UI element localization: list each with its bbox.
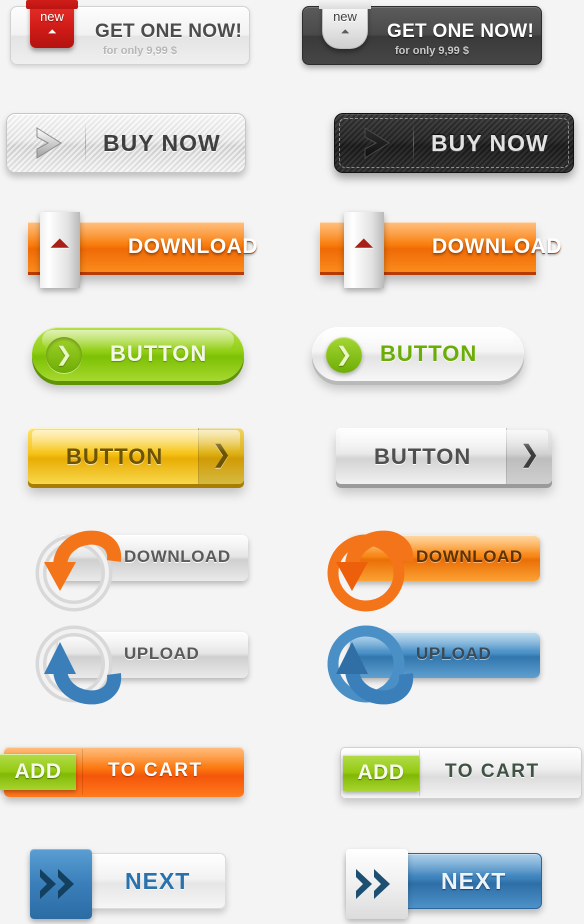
row-next: NEXT NEXT	[0, 845, 584, 919]
divider	[413, 122, 414, 164]
button-gallery: GET ONE NOW! for only 9,99 $ new ⏶ GET O…	[0, 0, 584, 919]
button-label: BUY NOW	[431, 130, 549, 156]
row-button-gold-silver: ❯ BUTTON ❯ BUTTON	[0, 418, 584, 506]
double-chevron-down-icon: ⏶	[49, 228, 71, 258]
divider	[419, 750, 420, 796]
chevron-right-icon	[364, 127, 390, 159]
double-chevron-right-icon	[40, 869, 74, 899]
button-label: GET ONE NOW!	[387, 21, 535, 42]
curved-arrow-up-icon	[327, 625, 414, 705]
button-surface: TO CART ADD	[340, 747, 582, 799]
button-label: DOWNLOAD	[128, 235, 258, 258]
ribbon-label: new	[333, 9, 357, 24]
ribbon-label: new	[40, 9, 64, 24]
button-sublabel: for only 9,99 $	[103, 45, 177, 57]
double-chevron-down-icon: ⏶	[47, 26, 57, 38]
double-chevron-down-icon: ⏶	[353, 228, 375, 258]
button-label: UPLOAD	[124, 644, 200, 663]
button-sublabel: for only 9,99 $	[395, 45, 469, 57]
button-surface: ❯ BUTTON	[28, 428, 244, 484]
button-surface: BUY NOW	[6, 113, 246, 173]
button-label: DOWNLOAD	[124, 547, 231, 566]
new-ribbon: new ⏶	[26, 0, 78, 48]
button-label: TO CART	[108, 760, 203, 781]
icon-tab	[346, 849, 408, 919]
chevron-glyph: ❯	[55, 344, 73, 366]
icon-tab: ⏶	[344, 212, 384, 288]
double-chevron-right-icon	[356, 869, 390, 899]
button-surface: ❯ BUTTON	[336, 428, 552, 484]
circle-chevron-right-icon: ❯	[46, 337, 82, 373]
new-ribbon: new ⏶	[319, 0, 371, 49]
double-chevron-down-icon: ⏶	[340, 26, 350, 38]
chevron-glyph: ❯	[335, 344, 353, 366]
button-surface: BUY NOW	[334, 113, 574, 173]
button-label: DOWNLOAD	[416, 547, 523, 566]
circle-chevron-right-icon: ❯	[326, 337, 362, 373]
row-add-to-cart: TO CART ADD TO CART ADD	[0, 733, 584, 825]
curved-arrow-down-icon	[35, 530, 122, 612]
button-label: TO CART	[445, 761, 540, 782]
row-download-flat: DOWNLOAD ⏶ DOWNLOAD ⏶	[0, 210, 584, 296]
button-label: BUTTON	[380, 341, 478, 366]
button-surface: ❯ BUTTON	[312, 327, 524, 381]
button-label: DOWNLOAD	[432, 235, 562, 258]
add-tab[interactable]: ADD	[0, 754, 76, 790]
button-surface: TO CART ADD	[0, 747, 244, 797]
row-download-ring: DOWNLOAD DOWNLOAD	[0, 515, 584, 613]
divider	[85, 122, 86, 164]
button-surface: ❯ BUTTON	[32, 327, 244, 381]
button-label: BUTTON	[66, 444, 164, 469]
divider	[82, 749, 83, 795]
row-buy-now: BUY NOW BUY NOW	[0, 105, 584, 183]
add-tab[interactable]: ADD	[343, 755, 419, 791]
add-tab-label: ADD	[14, 760, 62, 783]
button-label: BUY NOW	[103, 130, 221, 156]
chevron-right-icon	[36, 127, 62, 159]
icon-tab: ⏶	[40, 212, 80, 288]
button-label: NEXT	[441, 868, 507, 894]
button-label: UPLOAD	[416, 644, 492, 663]
row-button-pill: ❯ BUTTON ❯ BUTTON	[0, 315, 584, 397]
curved-arrow-down-icon	[327, 530, 414, 612]
button-label: BUTTON	[110, 341, 208, 366]
row-get-one-now: GET ONE NOW! for only 9,99 $ new ⏶ GET O…	[0, 0, 584, 70]
button-label: GET ONE NOW!	[95, 21, 243, 42]
curved-arrow-up-icon	[35, 625, 122, 705]
button-label: NEXT	[125, 868, 191, 894]
button-label: BUTTON	[374, 444, 472, 469]
add-tab-label: ADD	[357, 761, 405, 784]
icon-tab	[30, 849, 92, 919]
row-upload-ring: UPLOAD UPLOAD	[0, 612, 584, 712]
